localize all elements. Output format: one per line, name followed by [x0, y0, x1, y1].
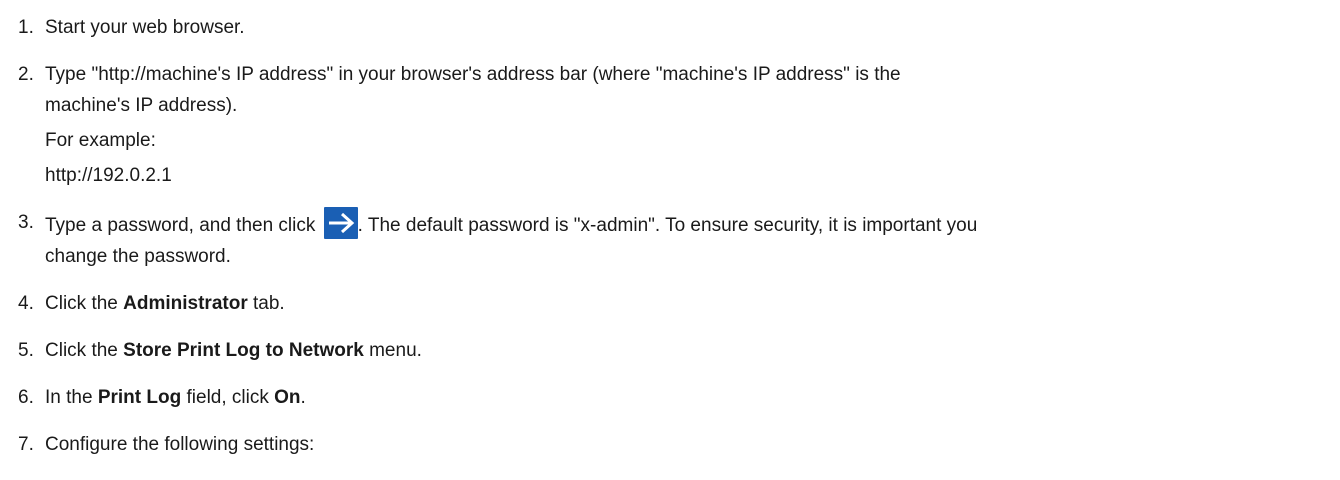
ui-term-administrator-tab: Administrator [123, 293, 248, 314]
step-number: 2. [18, 64, 34, 85]
step-text: In the Print Log field, click On. [45, 382, 1340, 413]
step-5: 5. Click the Store Print Log to Network … [0, 335, 1340, 366]
step-text-segment: Click the [45, 293, 124, 314]
step-number: 3. [18, 212, 34, 233]
step-7: 7. Configure the following settings: [0, 429, 1340, 460]
step-text-segment: In the [45, 387, 98, 408]
step-text-line: Type a password, and then click . The de… [45, 207, 1332, 241]
step-6: 6. In the Print Log field, click On. [0, 382, 1340, 413]
step-text-segment: tab. [247, 293, 285, 314]
step-text-segment: . [300, 387, 306, 408]
step-text: Type "http://machine's IP address" in yo… [45, 59, 1340, 191]
step-text: Configure the following settings: [45, 434, 315, 455]
step-1: 1. Start your web browser. [0, 12, 1340, 43]
step-text-line: change the password. [45, 246, 231, 267]
step-text: Click the Store Print Log to Network men… [45, 335, 1340, 366]
step-text: Click the Administrator tab. [45, 288, 1340, 319]
example-url: http://192.0.2.1 [45, 165, 172, 186]
ui-term-store-print-log-menu: Store Print Log to Network [123, 340, 364, 361]
step-text: Start your web browser. [45, 17, 245, 38]
step-number: 1. [18, 17, 34, 38]
step-text: Type a password, and then click . The de… [45, 207, 1340, 272]
step-text-segment: Click the [45, 340, 124, 361]
step-number: 7. [18, 434, 34, 455]
step-text-segment: menu. [363, 340, 422, 361]
step-number: 4. [18, 293, 34, 314]
step-2: 2. Type "http://machine's IP address" in… [0, 59, 1340, 191]
ui-term-on-option: On [274, 387, 301, 408]
example-label: For example: [45, 130, 156, 151]
step-text-line: machine's IP address). [45, 95, 238, 116]
step-4: 4. Click the Administrator tab. [0, 288, 1340, 319]
step-text-segment: . The default password is "x-admin". To … [357, 215, 978, 236]
step-3: 3. Type a password, and then click . The… [0, 207, 1340, 272]
step-number: 5. [18, 340, 34, 361]
step-text-segment: Type a password, and then click [45, 215, 321, 236]
step-number: 6. [18, 387, 34, 408]
step-text-segment: field, click [181, 387, 275, 408]
step-text-line: Type "http://machine's IP address" in yo… [45, 64, 901, 85]
instruction-document: 1. Start your web browser. 2. Type "http… [0, 0, 1340, 460]
ui-term-print-log-field: Print Log [97, 387, 182, 408]
arrow-right-icon [323, 207, 358, 239]
